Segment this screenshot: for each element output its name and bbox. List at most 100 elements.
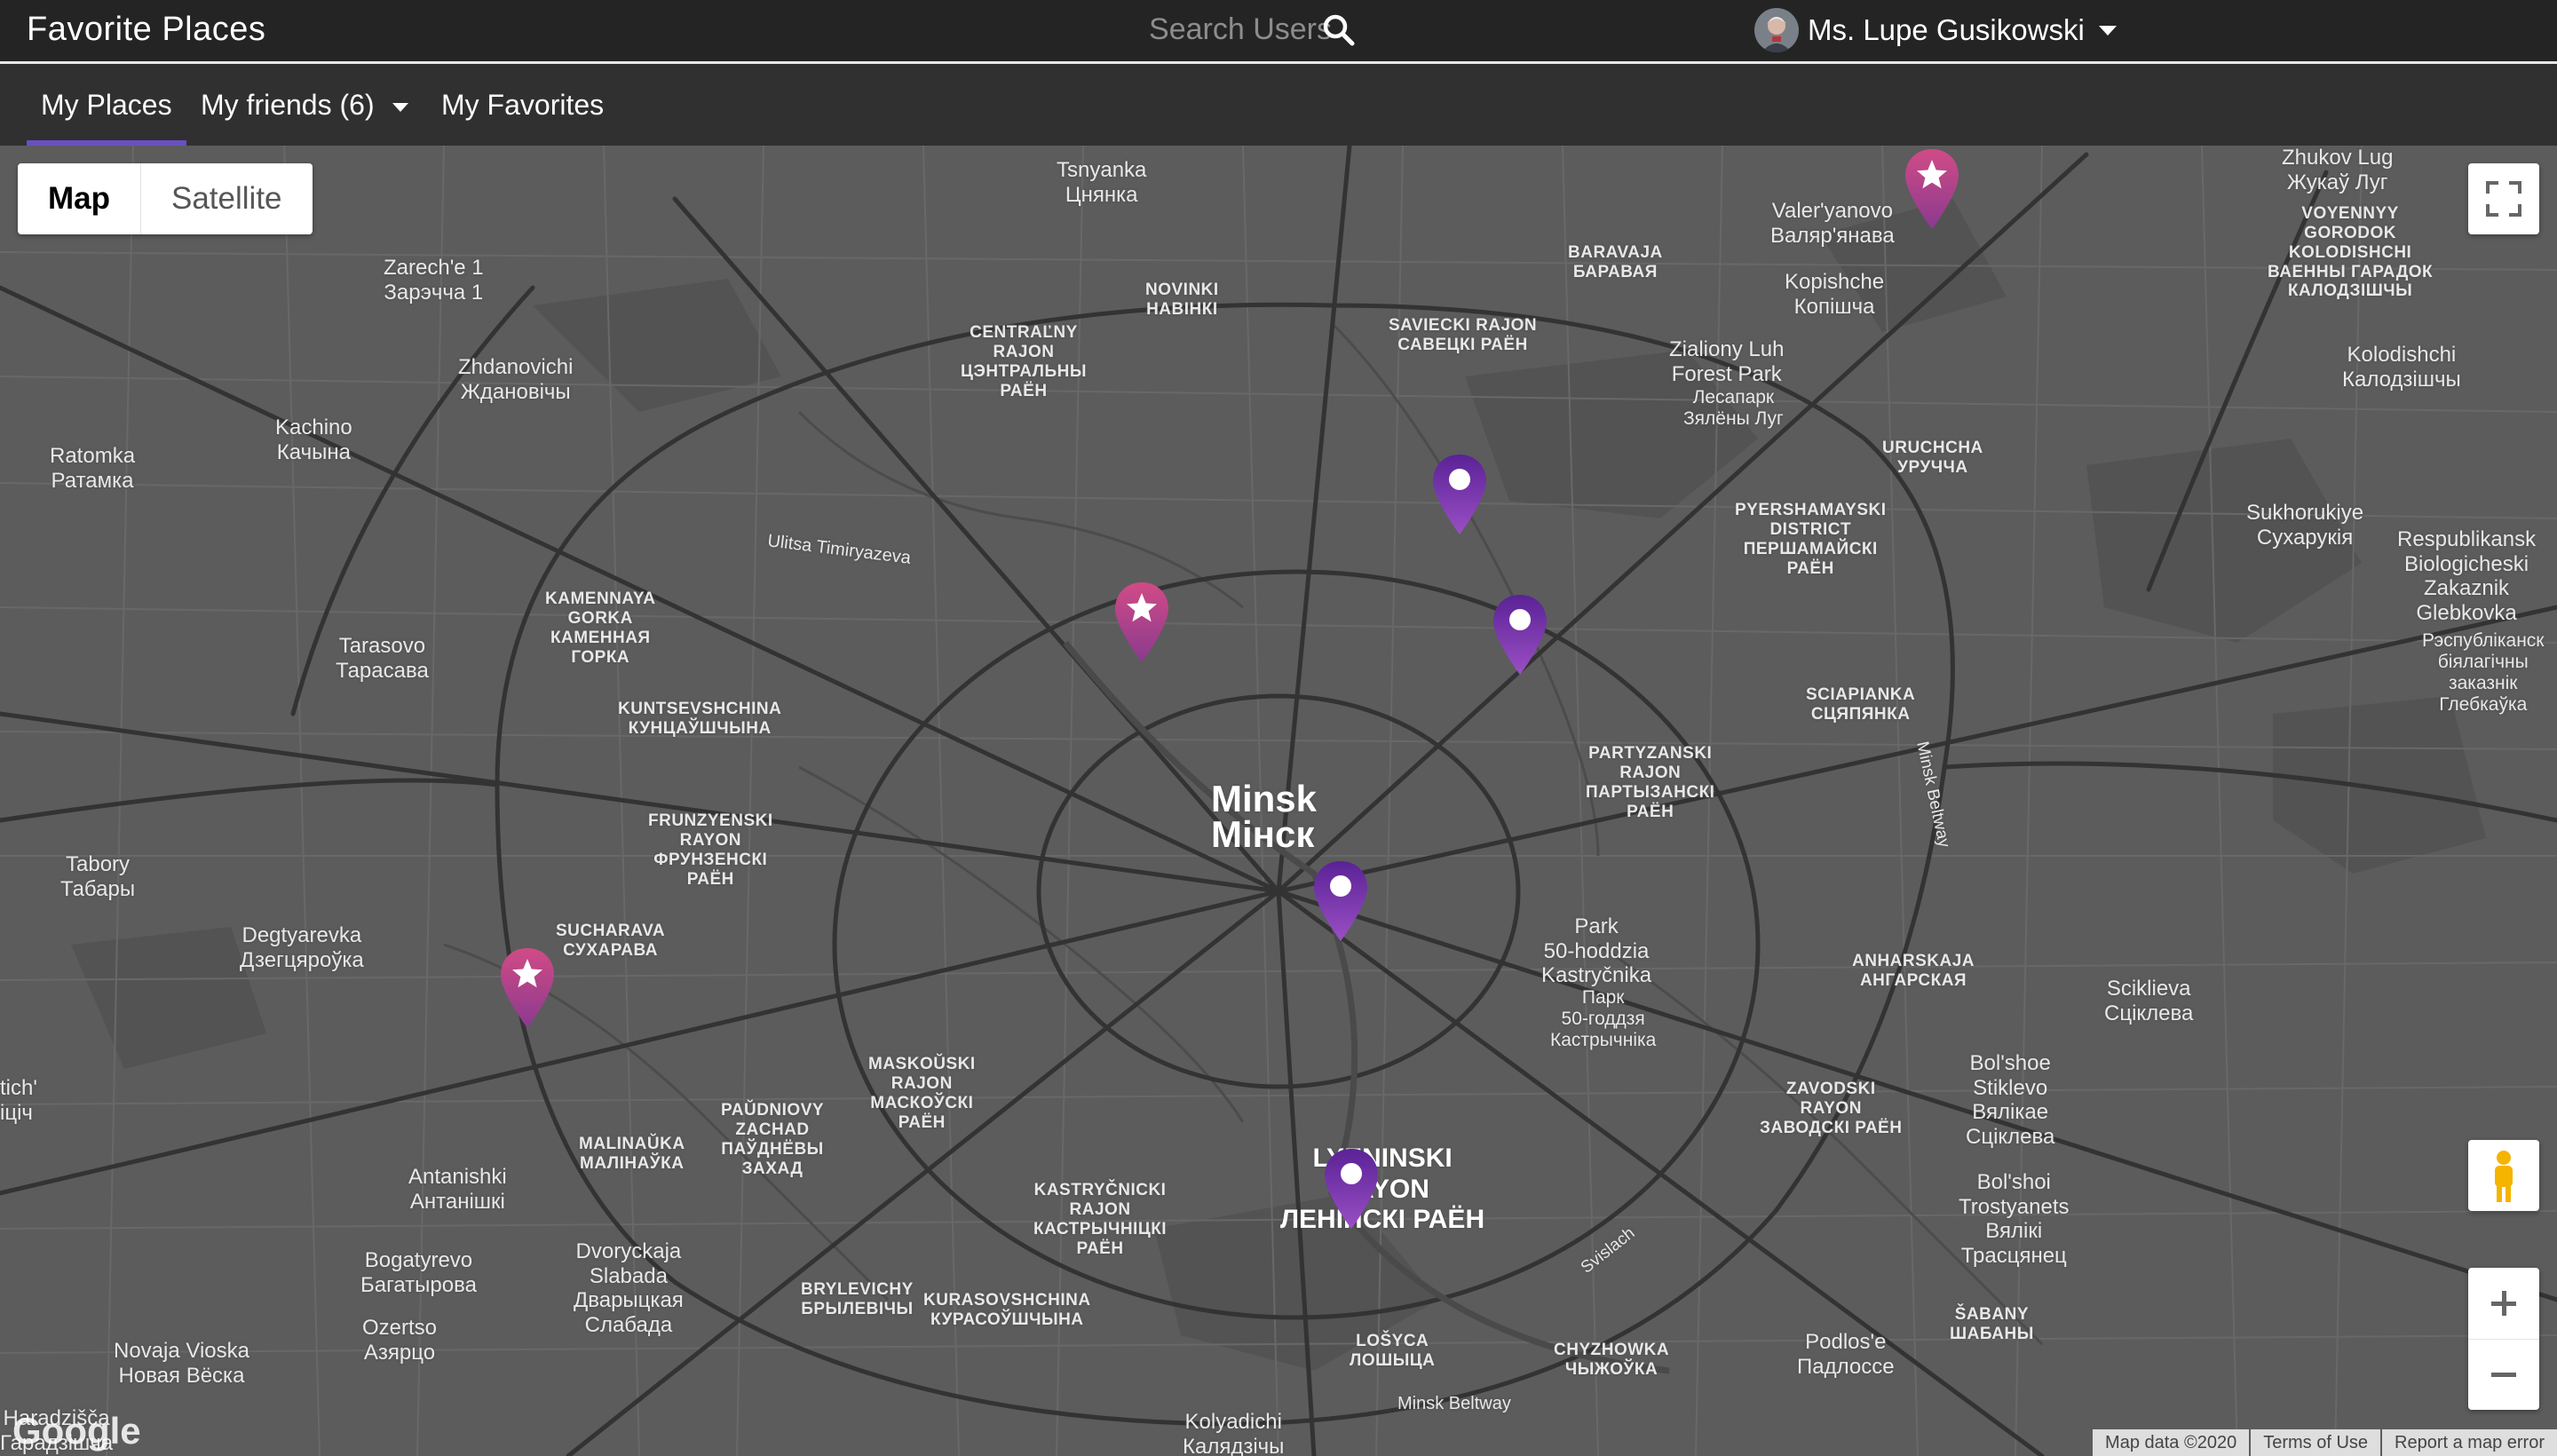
- minus-icon: [2491, 1373, 2516, 1377]
- map-label-park: Park 50-hoddzia Kastryčnika: [1541, 914, 1652, 988]
- map-view[interactable]: Map Satellite Minsk Мінск Tsnyanka Цнянк…: [0, 146, 2557, 1456]
- map-label-sciapianka: SCIAPIANKA СЦЯПЯНКА: [1806, 685, 1916, 724]
- map-label-minsk-cyr: Мінск: [1211, 813, 1315, 855]
- map-label-zialiony-luh-cyr: Лесапарк Зялёны Луг: [1683, 387, 1784, 430]
- chevron-down-icon: [392, 102, 408, 112]
- map-label-dvoryckaja: Dvoryckaja Slabada Дварыцкая Слабада: [574, 1239, 684, 1337]
- place-marker[interactable]: [1492, 593, 1548, 678]
- report-map-error-link[interactable]: Report a map error: [2382, 1429, 2557, 1456]
- dot-icon: [1509, 609, 1531, 630]
- map-label-tich: tich' іціч: [0, 1076, 37, 1125]
- tab-my-favorites[interactable]: My Favorites: [441, 64, 604, 146]
- map-label-centralny: CENTRAĽNY RAJON ЦЭНТРАЛЬНЫ РАЁН: [961, 323, 1087, 400]
- map-footer: Map data ©2020 Terms of Use Report a map…: [2091, 1429, 2557, 1456]
- app-title[interactable]: Favorite Places: [27, 11, 265, 49]
- map-label-paudnovy: PAŬDNIOVY ZACHAD ПАЎДНЁВЫ ЗАХАД: [721, 1101, 825, 1178]
- map-label-respublikansk: Respublikansk Biologicheski Zakaznik Gle…: [2397, 527, 2537, 625]
- map-label-ozertso: Ozertso Азярцо: [362, 1316, 438, 1365]
- map-type-control: Map Satellite: [18, 163, 313, 234]
- sub-navigation: My Places My friends (6) My Favorites: [0, 64, 2557, 146]
- map-label-zialiony-luh: Zialiony Luh Forest Park: [1669, 337, 1785, 386]
- map-type-satellite-button[interactable]: Satellite: [141, 163, 313, 234]
- place-marker[interactable]: [1431, 453, 1488, 538]
- user-name: Ms. Lupe Gusikowski: [1808, 13, 2085, 46]
- map-label-uruchcha: URUCHCHA УРУЧЧА: [1882, 439, 1983, 477]
- map-label-zhdanovichi: Zhdanovichi Ждановічы: [458, 355, 574, 404]
- zoom-in-button[interactable]: [2468, 1268, 2539, 1340]
- map-label-kolyadichi: Kolyadichi Калядзічы: [1183, 1410, 1285, 1456]
- map-label-park-cyr: Парк 50-годдзя Кастрычніка: [1550, 987, 1657, 1051]
- map-label-sciklieva: Sciklieva Сціклева: [2104, 977, 2194, 1025]
- map-label-maskouski: MASKOŬSKI RAJON МАСКОЎСКІ РАЁН: [868, 1055, 976, 1132]
- zoom-control: [2468, 1268, 2539, 1410]
- dot-icon: [1341, 1163, 1362, 1184]
- map-label-novaja-vioska: Novaja Vioska Новая Вёска: [114, 1339, 249, 1388]
- dot-icon: [1449, 469, 1470, 490]
- map-label-lyeninski: LYENINSKI RAYON ЛЕНІНСКІ РАЁН: [1280, 1143, 1485, 1234]
- map-label-partyzanski: PARTYZANSKI RAJON ПАРТЫЗАНСКІ РАЁН: [1586, 744, 1715, 821]
- zoom-out-button[interactable]: [2468, 1339, 2539, 1410]
- tab-my-places[interactable]: My Places: [27, 64, 186, 146]
- favorite-place-marker[interactable]: [1904, 147, 1960, 233]
- map-label-zavodski: ZAVODSKI RAYON ЗАВОДСКІ РАЁН: [1760, 1080, 1903, 1137]
- map-label-minsk-beltway-horizontal: Minsk Beltway: [1397, 1394, 1511, 1413]
- map-label-sabany: ŠABANY ШАБАНЫ: [1950, 1305, 2034, 1343]
- map-type-map-button[interactable]: Map: [18, 163, 141, 234]
- map-label-chyzhowka: CHYZHOWKA ЧЫЖОЎКА: [1554, 1341, 1670, 1379]
- map-label-valeryanovo: Valer'yanovo Валяр'янава: [1770, 199, 1895, 248]
- search-icon[interactable]: [1321, 12, 1357, 48]
- map-label-respublikansk-cyr: Рэспубліканск біялагічны заказнік Глебка…: [2422, 630, 2545, 716]
- map-label-losyca: LOŠYCA ЛОШЫЦА: [1350, 1332, 1436, 1370]
- map-label-frunzyenski: FRUNZYENSKI RAYON ФРУНЗЕНСКІ РАЁН: [648, 811, 773, 889]
- map-label-kastrycnicki: KASTRYČNICKI RAJON КАСТРЫЧНІЦКІ РАЁН: [1033, 1181, 1168, 1258]
- map-label-anharskaja: ANHARSKAJA АНГАРСКАЯ: [1852, 952, 1975, 990]
- map-data-attribution: Map data ©2020: [2093, 1429, 2250, 1456]
- fullscreen-icon: [2486, 181, 2521, 217]
- tab-my-friends-label: My friends (6): [201, 89, 375, 121]
- map-label-podlosye: Podlos'e Падлоссе: [1797, 1330, 1895, 1379]
- map-label-antanishki: Antanishki Антанішкі: [408, 1165, 507, 1214]
- map-label-malinauka: MALINAŬKA МАЛІНАЎКА: [579, 1135, 685, 1173]
- terms-of-use-link[interactable]: Terms of Use: [2251, 1429, 2381, 1456]
- map-label-kolodishchi: Kolodishchi Калодзішчы: [2342, 343, 2461, 392]
- map-label-degtyarevka: Degtyarevka Дзегцяроўка: [240, 923, 364, 972]
- google-logo: Google: [12, 1410, 141, 1452]
- pegman-icon: [2495, 1151, 2513, 1202]
- map-label-bogatyrevo: Bogatyrevo Багатырова: [360, 1248, 477, 1297]
- fullscreen-button[interactable]: [2468, 163, 2539, 234]
- search-users-input[interactable]: [1065, 7, 1350, 51]
- map-label-zarechye: Zarech'e 1 Зарэчча 1: [384, 256, 484, 305]
- map-label-novinki: NOVINKI НАВІНКІ: [1145, 281, 1219, 319]
- map-label-sukhorukiye: Sukhorukiye Сухарукія: [2246, 501, 2364, 550]
- map-label-kachino: Kachino Качына: [275, 415, 352, 464]
- map-label-sucharava: SUCHARAVA СУХАРАВА: [556, 922, 666, 960]
- dot-icon: [1330, 875, 1351, 897]
- map-label-kuntsevshchina: KUNTSEVSHCHINA КУНЦАЎШЧЫНА: [618, 700, 782, 738]
- map-label-tsnyanka: Tsnyanka Цнянка: [1057, 158, 1147, 207]
- place-marker[interactable]: [1323, 1147, 1380, 1232]
- map-label-baravaja: BARAVAJA БАРАВАЯ: [1568, 243, 1663, 281]
- chevron-down-icon: [2098, 25, 2117, 36]
- user-menu[interactable]: Ms. Lupe Gusikowski: [1754, 7, 2117, 53]
- map-label-tabory: Tabory Табары: [60, 852, 136, 901]
- place-marker[interactable]: [1312, 859, 1369, 945]
- map-label-brylevichy: BRYLEVICHY БРЫЛЕВІЧЫ: [801, 1280, 914, 1318]
- plus-icon: [2491, 1291, 2516, 1316]
- map-label-tarasovo: Tarasovo Тарасава: [336, 634, 429, 683]
- top-navbar: Favorite Places Ms. Lupe Gusikowski: [0, 0, 2557, 64]
- favorite-place-marker[interactable]: [499, 946, 556, 1032]
- map-label-kurasovshchina: KURASOVSHCHINA КУРАСОЎШЧЫНА: [923, 1291, 1091, 1329]
- map-label-ratomka: Ratomka Ратамка: [50, 444, 136, 493]
- map-label-pyershamayski: PYERSHAMAYSKI DISTRICT ПЕРШАМАЙСКІ РАЁН: [1735, 501, 1887, 578]
- map-label-bolshoi-trostyanets: Bol'shoi Trostyanets Вялікі Трасцянец: [1959, 1170, 2070, 1268]
- favorite-place-marker[interactable]: [1113, 581, 1170, 666]
- street-view-button[interactable]: [2468, 1140, 2539, 1211]
- map-label-voyennyy: VOYENNYY GORODOK KOLODISHCHI ВАЕННЫ ГАРА…: [2268, 204, 2434, 301]
- avatar: [1754, 8, 1799, 52]
- map-label-bolshoe-stiklevo: Bol'shoe Stiklevo Вялікае Сціклева: [1966, 1051, 2055, 1149]
- map-label-saviecki: SAVIECKI RAJON САВЕЦКІ РАЁН: [1389, 316, 1538, 354]
- map-label-zhukov-lug: Zhukov Lug Жукаў Луг: [2282, 146, 2394, 194]
- map-label-kopishche: Kopishche Копішча: [1785, 270, 1885, 319]
- tab-my-friends[interactable]: My friends (6): [201, 64, 408, 146]
- map-label-kamennaya: KAMENNAYA GORKA КАМЕННАЯ ГОРКА: [545, 590, 656, 667]
